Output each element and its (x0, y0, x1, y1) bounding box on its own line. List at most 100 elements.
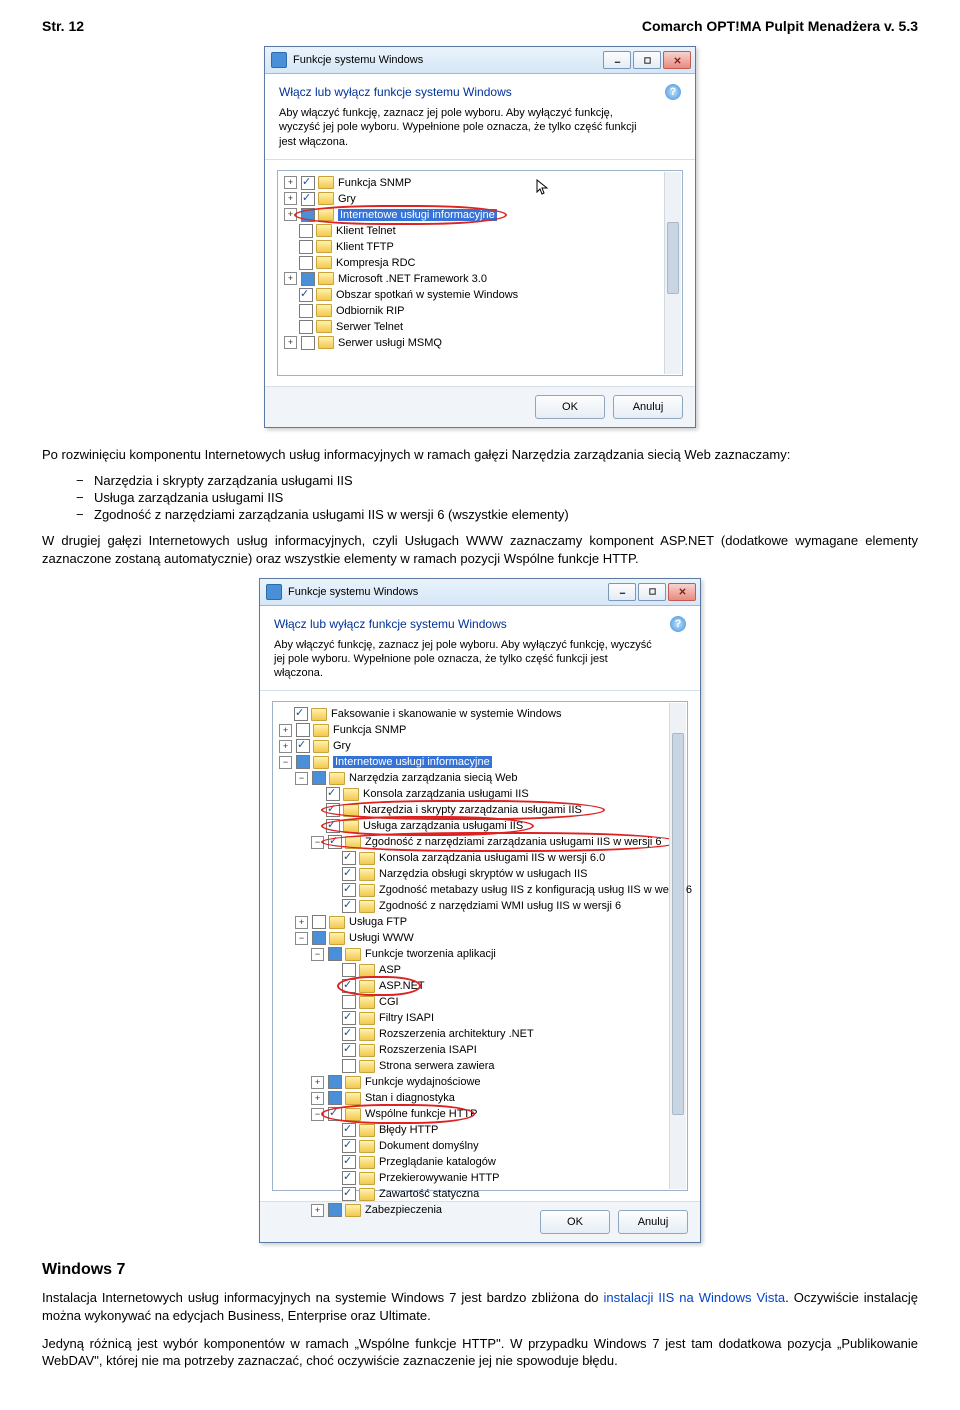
checkbox[interactable] (342, 979, 356, 993)
expand-toggle[interactable]: + (279, 724, 292, 737)
checkbox[interactable] (328, 1107, 342, 1121)
tree-item[interactable]: +Funkcje wydajnościowe (275, 1074, 685, 1090)
tree-item[interactable]: +Zabezpieczenia (275, 1202, 685, 1218)
checkbox[interactable] (299, 256, 313, 270)
expand-toggle[interactable] (327, 1173, 338, 1184)
expand-toggle[interactable]: − (311, 948, 324, 961)
tree-item[interactable]: +Stan i diagnostyka (275, 1090, 685, 1106)
checkbox[interactable] (326, 803, 340, 817)
expand-toggle[interactable]: − (295, 772, 308, 785)
checkbox[interactable] (342, 867, 356, 881)
checkbox[interactable] (342, 995, 356, 1009)
expand-toggle[interactable]: + (284, 176, 297, 189)
checkbox[interactable] (342, 1123, 356, 1137)
tree-item[interactable]: −Usługi WWW (275, 930, 685, 946)
tree-item[interactable]: Obszar spotkań w systemie Windows (280, 287, 680, 303)
tree-item[interactable]: Narzędzia i skrypty zarządzania usługami… (275, 802, 685, 818)
checkbox[interactable] (294, 707, 308, 721)
expand-toggle[interactable] (284, 305, 295, 316)
expand-toggle[interactable] (284, 289, 295, 300)
feature-tree[interactable]: Faksowanie i skanowanie w systemie Windo… (272, 701, 688, 1191)
tree-item[interactable]: +Internetowe usługi informacyjne (280, 207, 680, 223)
checkbox[interactable] (342, 1187, 356, 1201)
checkbox[interactable] (299, 320, 313, 334)
expand-toggle[interactable] (327, 853, 338, 864)
checkbox[interactable] (328, 947, 342, 961)
checkbox[interactable] (299, 288, 313, 302)
tree-item[interactable]: +Usługa FTP (275, 914, 685, 930)
expand-toggle[interactable] (284, 321, 295, 332)
tree-item[interactable]: Rozszerzenia ISAPI (275, 1042, 685, 1058)
tree-item[interactable]: −Wspólne funkcje HTTP (275, 1106, 685, 1122)
expand-toggle[interactable] (327, 981, 338, 992)
tree-item[interactable]: Faksowanie i skanowanie w systemie Windo… (275, 706, 685, 722)
close-button[interactable] (668, 583, 696, 601)
expand-toggle[interactable] (327, 1045, 338, 1056)
tree-item[interactable]: −Funkcje tworzenia aplikacji (275, 946, 685, 962)
expand-toggle[interactable]: + (284, 272, 297, 285)
cancel-button[interactable]: Anuluj (613, 395, 683, 419)
expand-toggle[interactable] (327, 885, 338, 896)
expand-toggle[interactable]: + (284, 336, 297, 349)
expand-toggle[interactable] (311, 805, 322, 816)
checkbox[interactable] (299, 240, 313, 254)
expand-toggle[interactable] (327, 997, 338, 1008)
tree-item[interactable]: +Gry (275, 738, 685, 754)
checkbox[interactable] (342, 1139, 356, 1153)
tree-item[interactable]: Zgodność z narzędziami WMI usług IIS w w… (275, 898, 685, 914)
expand-toggle[interactable]: − (279, 756, 292, 769)
maximize-button[interactable] (638, 583, 666, 601)
checkbox[interactable] (328, 835, 342, 849)
tree-item[interactable]: −Internetowe usługi informacyjne (275, 754, 685, 770)
tree-item[interactable]: Odbiornik RIP (280, 303, 680, 319)
titlebar[interactable]: Funkcje systemu Windows (260, 579, 700, 606)
expand-toggle[interactable]: + (279, 740, 292, 753)
close-button[interactable] (663, 51, 691, 69)
expand-toggle[interactable]: + (311, 1076, 324, 1089)
expand-toggle[interactable] (311, 789, 322, 800)
minimize-button[interactable] (608, 583, 636, 601)
expand-toggle[interactable] (327, 1061, 338, 1072)
checkbox[interactable] (342, 1027, 356, 1041)
tree-item[interactable]: Konsola zarządzania usługami IIS (275, 786, 685, 802)
tree-item[interactable]: −Narzędzia zarządzania siecią Web (275, 770, 685, 786)
ok-button[interactable]: OK (535, 395, 605, 419)
expand-toggle[interactable] (327, 1157, 338, 1168)
tree-item[interactable]: Klient TFTP (280, 239, 680, 255)
checkbox[interactable] (312, 915, 326, 929)
expand-toggle[interactable] (327, 901, 338, 912)
tree-item[interactable]: Strona serwera zawiera (275, 1058, 685, 1074)
expand-toggle[interactable] (327, 1029, 338, 1040)
checkbox[interactable] (328, 1091, 342, 1105)
expand-toggle[interactable]: + (284, 208, 297, 221)
tree-item[interactable]: Kompresja RDC (280, 255, 680, 271)
minimize-button[interactable] (603, 51, 631, 69)
tree-item[interactable]: Usługa zarządzania usługami IIS (275, 818, 685, 834)
tree-item[interactable]: Błędy HTTP (275, 1122, 685, 1138)
expand-toggle[interactable] (327, 1141, 338, 1152)
tree-item[interactable]: Klient Telnet (280, 223, 680, 239)
expand-toggle[interactable] (284, 225, 295, 236)
link-iis-vista[interactable]: instalacji IIS na Windows Vista (604, 1290, 786, 1305)
checkbox[interactable] (301, 176, 315, 190)
checkbox[interactable] (301, 336, 315, 350)
checkbox[interactable] (328, 1075, 342, 1089)
checkbox[interactable] (301, 272, 315, 286)
checkbox[interactable] (296, 739, 310, 753)
expand-toggle[interactable] (327, 1125, 338, 1136)
tree-item[interactable]: +Gry (280, 191, 680, 207)
titlebar[interactable]: Funkcje systemu Windows (265, 47, 695, 74)
tree-item[interactable]: Narzędzia obsługi skryptów w usługach II… (275, 866, 685, 882)
expand-toggle[interactable]: − (311, 1108, 324, 1121)
expand-toggle[interactable] (284, 257, 295, 268)
checkbox[interactable] (342, 883, 356, 897)
checkbox[interactable] (326, 787, 340, 801)
checkbox[interactable] (342, 851, 356, 865)
checkbox[interactable] (326, 819, 340, 833)
checkbox[interactable] (296, 755, 310, 769)
tree-item[interactable]: Zawartość statyczna (275, 1186, 685, 1202)
tree-item[interactable]: +Funkcja SNMP (280, 175, 680, 191)
expand-toggle[interactable] (311, 821, 322, 832)
checkbox[interactable] (342, 1155, 356, 1169)
tree-item[interactable]: Konsola zarządzania usługami IIS w wersj… (275, 850, 685, 866)
